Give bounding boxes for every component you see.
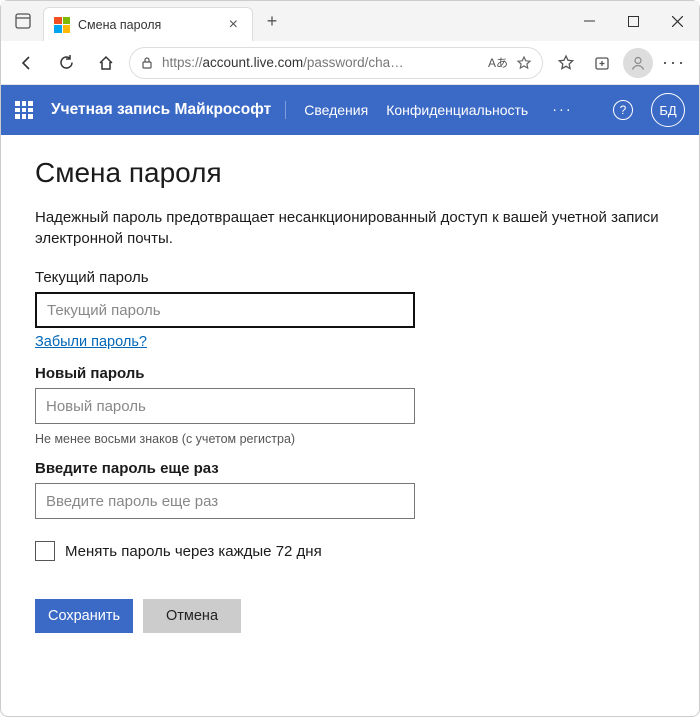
- favorite-icon[interactable]: [516, 55, 532, 71]
- nav-info[interactable]: Сведения: [304, 102, 368, 118]
- user-avatar[interactable]: БД: [651, 93, 685, 127]
- rotate-password-label: Менять пароль через каждые 72 дня: [65, 543, 322, 560]
- favorites-button[interactable]: [549, 46, 583, 80]
- collections-button[interactable]: [585, 46, 619, 80]
- help-button[interactable]: ?: [613, 100, 633, 120]
- reader-icon[interactable]: Aあ: [488, 54, 508, 71]
- app-launcher-icon[interactable]: [15, 101, 33, 119]
- current-password-input[interactable]: [35, 292, 415, 328]
- save-button[interactable]: Сохранить: [35, 599, 133, 633]
- url-text: https://account.live.com/password/cha…: [162, 55, 480, 70]
- window-maximize[interactable]: [611, 1, 655, 41]
- forgot-password-link[interactable]: Забыли пароль?: [35, 334, 147, 350]
- nav-privacy[interactable]: Конфиденциальность: [386, 102, 528, 118]
- confirm-password-input[interactable]: [35, 483, 415, 519]
- profile-button[interactable]: [621, 46, 655, 80]
- confirm-password-label: Введите пароль еще раз: [35, 460, 665, 477]
- new-password-input[interactable]: [35, 388, 415, 424]
- refresh-button[interactable]: [49, 46, 83, 80]
- cancel-button[interactable]: Отмена: [143, 599, 241, 633]
- nav-more[interactable]: ···: [552, 102, 573, 118]
- address-bar[interactable]: https://account.live.com/password/cha… A…: [129, 47, 543, 79]
- ms-account-header: Учетная запись Майкрософт Сведения Конфи…: [1, 85, 699, 135]
- back-button[interactable]: [9, 46, 43, 80]
- ms-favicon: [54, 17, 70, 33]
- page-title: Смена пароля: [35, 157, 665, 189]
- page-content: Смена пароля Надежный пароль предотвраща…: [1, 135, 699, 655]
- new-password-label: Новый пароль: [35, 365, 665, 382]
- rotate-password-checkbox[interactable]: [35, 541, 55, 561]
- current-password-label: Текущий пароль: [35, 269, 665, 286]
- browser-tab[interactable]: Смена пароля ×: [43, 7, 253, 41]
- tab-title: Смена пароля: [78, 18, 161, 32]
- password-hint: Не менее восьми знаков (с учетом регистр…: [35, 432, 665, 446]
- lock-icon: [140, 56, 154, 70]
- menu-button[interactable]: ···: [657, 46, 691, 80]
- window-minimize[interactable]: [567, 1, 611, 41]
- brand-title[interactable]: Учетная запись Майкрософт: [51, 101, 286, 119]
- new-tab-button[interactable]: +: [257, 6, 287, 36]
- tab-list-icon[interactable]: [9, 7, 37, 35]
- window-close[interactable]: [655, 1, 699, 41]
- home-button[interactable]: [89, 46, 123, 80]
- window-titlebar: Смена пароля × +: [1, 1, 699, 41]
- tab-close-icon[interactable]: ×: [225, 16, 242, 34]
- page-description: Надежный пароль предотвращает несанкцион…: [35, 207, 665, 249]
- browser-toolbar: https://account.live.com/password/cha… A…: [1, 41, 699, 85]
